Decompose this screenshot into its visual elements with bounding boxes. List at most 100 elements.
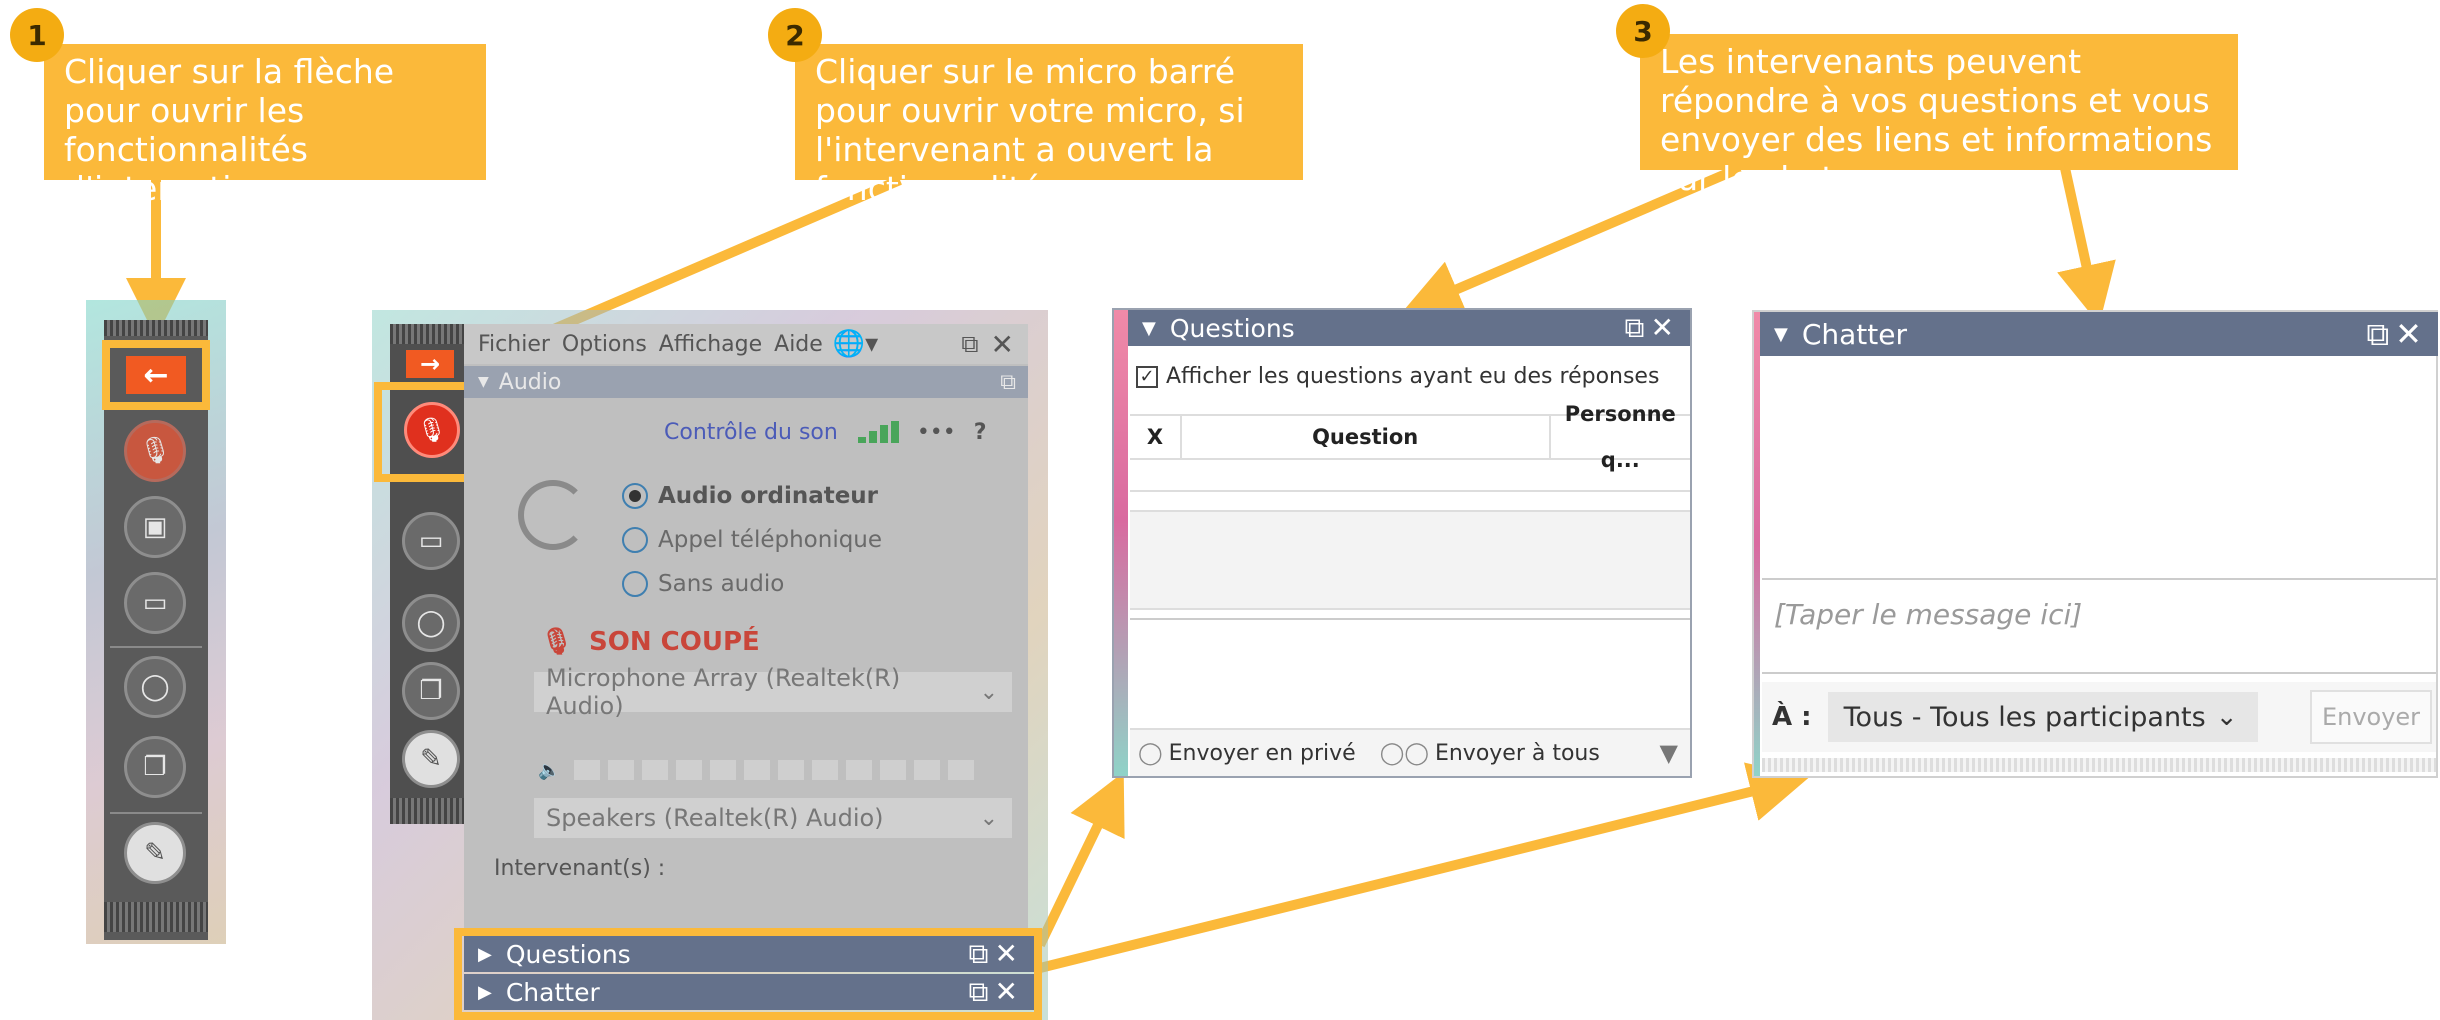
chat-collapsed-title: Chatter [505, 977, 600, 1007]
expand-triangle-icon[interactable]: ▶ [478, 982, 492, 1003]
audio-option-phone[interactable]: Appel téléphonique [622, 522, 882, 558]
recipient-label: À : [1772, 702, 1812, 732]
menu-help[interactable]: Aide [774, 332, 823, 357]
radio-unselected[interactable] [622, 571, 648, 597]
questions-table-header: X Question Personne q... [1130, 402, 1690, 472]
radio-selected[interactable] [622, 483, 648, 509]
send-private-button[interactable]: Envoyer en privé [1169, 741, 1356, 766]
recipient-select[interactable]: Tous - Tous les participants ⌄ [1827, 692, 2258, 742]
question-input-area[interactable] [1130, 618, 1690, 724]
pencil-icon: ✎ [144, 838, 166, 868]
toolbar-separator [110, 812, 202, 814]
questions-collapsed-header[interactable]: ▶ Questions ⧉✕ [464, 936, 1034, 972]
send-button[interactable]: Envoyer [2310, 690, 2432, 744]
audio-option-label: Audio ordinateur [658, 483, 879, 509]
column-header-question[interactable]: Question [1182, 414, 1551, 460]
menu-options[interactable]: Options [562, 332, 647, 357]
radio-unselected[interactable] [622, 527, 648, 553]
expand-arrow-button[interactable]: ← [126, 356, 186, 394]
mic-off-icon: 🎙 [416, 416, 448, 444]
checkbox-checked-icon[interactable]: ✓ [1136, 365, 1158, 388]
dropdown-circle-icon[interactable]: ▼ [1660, 739, 1678, 767]
audio-option-none[interactable]: Sans audio [622, 566, 784, 602]
expanded-window: → 🎙 ▭ ◯ ❐ ✎ Fichier Options Affichage Ai… [372, 310, 1048, 1020]
share-screen-button[interactable]: ▭ [124, 572, 186, 634]
popout-icon[interactable]: ⧉ [1000, 370, 1016, 395]
camera-icon: ▣ [142, 512, 168, 542]
side-toolbar-grip-bottom[interactable] [390, 798, 474, 824]
collapse-triangle-icon[interactable]: ▼ [1774, 324, 1788, 345]
chat-panel-accent [1754, 312, 1760, 776]
expand-triangle-icon[interactable]: ▶ [478, 944, 492, 965]
microphone-select-value: Microphone Array (Realtek(R) Audio) [546, 664, 901, 720]
panel-controls-icon[interactable]: ⧉✕ [1625, 311, 1680, 345]
monitor-icon: ▭ [418, 526, 444, 556]
window-share-button[interactable]: ❐ [124, 736, 186, 798]
column-header-x[interactable]: X [1130, 414, 1182, 460]
audio-option-computer[interactable]: Audio ordinateur [622, 478, 878, 514]
remote-control-button[interactable]: ◯ [402, 594, 460, 652]
muted-status: 🎙 SON COUPÉ [540, 622, 760, 662]
toolbar-grip-bottom[interactable] [104, 902, 208, 932]
pencil-icon: ✎ [420, 744, 442, 774]
remote-control-button[interactable]: ◯ [124, 656, 186, 718]
panel-controls-icon[interactable]: ⧉✕ [2366, 315, 2428, 354]
sound-control-link[interactable]: Contrôle du son [664, 420, 838, 445]
speaker-icon: 🔈 [538, 759, 561, 781]
draw-button[interactable]: ✎ [402, 730, 460, 788]
mouse-icon: ◯ [416, 608, 446, 638]
globe-icon[interactable]: 🌐▾ [833, 329, 878, 359]
menu-file[interactable]: Fichier [478, 332, 550, 357]
share-screen-button[interactable]: ▭ [402, 512, 460, 570]
mic-muted-button[interactable]: 🎙 [404, 402, 460, 458]
chat-message-input[interactable]: [Taper le message ici] [1774, 598, 2082, 631]
show-answered-label: Afficher les questions ayant eu des répo… [1166, 364, 1660, 389]
window-share-button[interactable]: ❐ [402, 662, 460, 720]
panel-controls-icon[interactable]: ⧉✕ [969, 937, 1024, 971]
chat-panel: ▼ Chatter ⧉✕ [Taper le message ici] À : … [1752, 310, 2438, 778]
camera-button[interactable]: ▣ [124, 496, 186, 558]
arrow-3-chat [2057, 166, 2116, 325]
panel-controls-icon[interactable]: ⧉✕ [969, 975, 1024, 1009]
collapse-arrow-button[interactable]: → [406, 350, 454, 378]
mouse-icon: ◯ [140, 672, 170, 702]
draw-button[interactable]: ✎ [124, 822, 186, 884]
menu-view[interactable]: Affichage [659, 332, 762, 357]
callout-1-badge: 1 [10, 8, 64, 62]
more-options-button[interactable]: ••• [917, 420, 956, 445]
monitor-icon: ▭ [142, 588, 168, 618]
questions-list-area[interactable] [1130, 510, 1690, 610]
headset-icon [518, 480, 588, 550]
signal-bars-icon [857, 421, 899, 443]
audio-option-label: Sans audio [658, 571, 785, 597]
chat-collapsed-header[interactable]: ▶ Chatter ⧉✕ [464, 974, 1034, 1010]
arrow-left-icon: ← [143, 357, 169, 393]
toolbar-grip-top[interactable] [104, 320, 208, 336]
show-answered-checkbox-row[interactable]: ✓ Afficher les questions ayant eu des ré… [1136, 364, 1659, 389]
chat-message-area[interactable] [1762, 356, 2436, 580]
close-icon[interactable]: ✕ [991, 328, 1014, 361]
speakers-select[interactable]: Speakers (Realtek(R) Audio) ⌄ [534, 798, 1012, 838]
callout-2: Cliquer sur le micro barré pour ouvrir v… [795, 44, 1303, 208]
collapse-triangle-icon[interactable]: ▼ [478, 374, 489, 390]
arrow-collapsed-to-chat [1038, 762, 1810, 973]
side-toolbar-grip-top[interactable] [390, 324, 474, 344]
mic-muted-button[interactable]: 🎙 [124, 420, 186, 482]
questions-table-body[interactable] [1130, 462, 1690, 492]
chat-panel-header: ▼ Chatter ⧉✕ [1760, 312, 2438, 356]
speakers-select-value: Speakers (Realtek(R) Audio) [546, 804, 884, 832]
chat-resize-grip[interactable] [1762, 758, 2436, 772]
user-icon: ◯ [1138, 740, 1163, 766]
questions-panel-title: Questions [1169, 313, 1295, 343]
callout-1: Cliquer sur la flèche pour ouvrir les fo… [44, 44, 486, 208]
help-button[interactable]: ? [974, 420, 987, 445]
popout-icon[interactable]: ⧉ [961, 330, 978, 358]
callout-2-badge: 2 [768, 8, 822, 62]
toolbar-separator [110, 646, 202, 648]
questions-panel: ▼ Questions ⧉✕ ✓ Afficher les questions … [1112, 308, 1692, 778]
collapse-triangle-icon[interactable]: ▼ [1142, 318, 1156, 339]
microphone-select[interactable]: Microphone Array (Realtek(R) Audio) ⌄ [534, 664, 1012, 720]
send-all-button[interactable]: Envoyer à tous [1435, 741, 1600, 766]
audio-panel-title: Audio [498, 369, 562, 395]
audio-panel-header: ▼ Audio ⧉ [464, 366, 1028, 398]
